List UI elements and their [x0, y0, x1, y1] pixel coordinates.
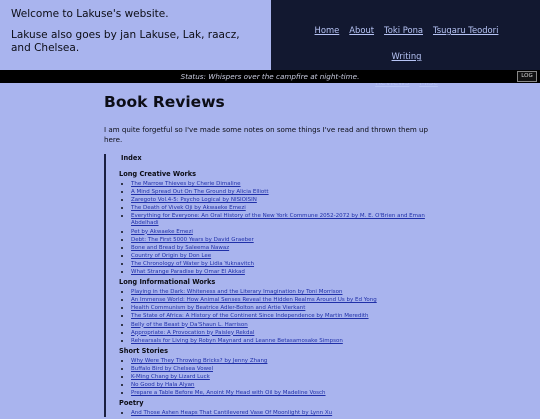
- list-item: The Marrow Thieves by Cherie Dimaline: [131, 180, 444, 188]
- review-link[interactable]: An Immense World: How Animal Senses Reve…: [131, 297, 377, 303]
- log-button[interactable]: LOG: [517, 71, 537, 82]
- section-title-short-stories: Short Stories: [119, 346, 169, 355]
- list-item: An Immense World: How Animal Senses Reve…: [131, 296, 444, 304]
- review-link[interactable]: The State of Africa: A History of the Co…: [131, 313, 369, 319]
- list-item: Zaregoto Vol.4-5: Psycho Logical by NISI…: [131, 196, 444, 204]
- review-link[interactable]: What Strange Paradise by Omar El Akkad: [131, 269, 245, 275]
- review-link[interactable]: Debt: The First 5000 Years by David Grae…: [131, 237, 254, 243]
- review-link[interactable]: Bone and Bread by Saleema Nawaz: [131, 245, 229, 251]
- list-item: The State of Africa: A History of the Co…: [131, 312, 444, 320]
- review-link[interactable]: The Marrow Thieves by Cherie Dimaline: [131, 181, 241, 187]
- list-poetry: And Those Ashen Heaps That Cantilevered …: [118, 409, 444, 417]
- section-title-poetry: Poetry: [119, 399, 144, 408]
- list-item: Health Communism by Beatrice Adler-Bolto…: [131, 304, 444, 312]
- nav-link-writing[interactable]: Writing: [392, 51, 422, 62]
- status-bar: Status: Whispers over the campfire at ni…: [0, 70, 540, 83]
- list-item: The Death of Vivek Oji by Akwaeke Emezi: [131, 204, 444, 212]
- nav-link-about[interactable]: About: [349, 25, 374, 36]
- list-long-informational: Playing in the Dark: Whiteness and the L…: [118, 288, 444, 345]
- nav-link-home[interactable]: Home: [315, 25, 340, 36]
- list-item: Bone and Bread by Saleema Nawaz: [131, 244, 444, 252]
- review-link[interactable]: Belly of the Beast by Da'Shaun L. Harris…: [131, 322, 248, 328]
- aliases-text: Lakuse also goes by jan Lakuse, Lak, raa…: [11, 29, 240, 54]
- section-title-long-creative: Long Creative Works: [119, 170, 197, 178]
- list-item: K-Ming Chang by Lizard Luck: [131, 373, 444, 381]
- list-item: And Those Ashen Heaps That Cantilevered …: [131, 409, 444, 417]
- welcome-panel: Welcome to Lakuse's website. Lakuse also…: [0, 0, 271, 70]
- nav-link-tsugaru-teodori[interactable]: Tsugaru Teodori: [433, 25, 498, 36]
- section-title-long-informational: Long Informational Works: [119, 278, 216, 287]
- list-item: Prepare a Table Before Me, Anoint My Hea…: [131, 389, 444, 397]
- review-link[interactable]: Why Were They Throwing Bricks? by Jenny …: [131, 358, 267, 364]
- review-link[interactable]: Playing in the Dark: Whiteness and the L…: [131, 289, 343, 295]
- review-link[interactable]: A Mind Spread Out On The Ground by Alici…: [131, 189, 269, 195]
- status-text: Status: Whispers over the campfire at ni…: [180, 72, 360, 81]
- site-header: Welcome to Lakuse's website. Lakuse also…: [0, 0, 540, 87]
- review-link[interactable]: Buffalo Bird by Chelsea Vowel: [131, 366, 213, 372]
- list-item: Playing in the Dark: Whiteness and the L…: [131, 288, 444, 296]
- review-link[interactable]: Prepare a Table Before Me, Anoint My Hea…: [131, 390, 326, 396]
- review-link[interactable]: Pet by Akwaeke Emezi: [131, 229, 193, 235]
- list-item: Buffalo Bird by Chelsea Vowel: [131, 365, 444, 373]
- list-item: Debt: The First 5000 Years by David Grae…: [131, 236, 444, 244]
- intro-text: I am quite forgetful so I've made some n…: [104, 125, 429, 144]
- review-link[interactable]: Zaregoto Vol.4-5: Psycho Logical by NISI…: [131, 197, 257, 203]
- review-link[interactable]: Everything for Everyone: An Oral History…: [131, 213, 425, 226]
- review-link[interactable]: The Chronology of Water by Lidia Yuknavi…: [131, 261, 254, 267]
- review-link[interactable]: Rehearsals for Living by Robyn Maynard a…: [131, 338, 343, 344]
- list-item: Rehearsals for Living by Robyn Maynard a…: [131, 337, 444, 345]
- welcome-text: Welcome to Lakuse's website.: [11, 8, 169, 20]
- review-link[interactable]: And Those Ashen Heaps That Cantilevered …: [131, 410, 332, 416]
- list-item: Belly of the Beast by Da'Shaun L. Harris…: [131, 321, 444, 329]
- review-link[interactable]: No Good by Hala Alyan: [131, 382, 195, 388]
- list-item: Appropriate: A Provocation by Paisley Re…: [131, 329, 444, 337]
- list-item: Everything for Everyone: An Oral History…: [131, 212, 444, 227]
- index-title: Index: [121, 154, 142, 162]
- list-long-creative: The Marrow Thieves by Cherie Dimaline A …: [118, 180, 444, 276]
- reviews-index: Index Long Creative Works The Marrow Thi…: [104, 154, 444, 418]
- page-title: Book Reviews: [104, 93, 225, 111]
- main-content: Book Reviews I am quite forgetful so I'v…: [104, 92, 444, 419]
- nav-link-toki-pona[interactable]: Toki Pona: [384, 25, 423, 36]
- list-item: The Chronology of Water by Lidia Yuknavi…: [131, 260, 444, 268]
- main-nav: Home About Toki Pona Tsugaru Teodori Writing…: [271, 0, 540, 87]
- list-item: Pet by Akwaeke Emezi: [131, 228, 444, 236]
- list-item: No Good by Hala Alyan: [131, 381, 444, 389]
- list-item: Why Were They Throwing Bricks? by Jenny …: [131, 357, 444, 365]
- list-item: What Strange Paradise by Omar El Akkad: [131, 268, 444, 276]
- list-item: A Mind Spread Out On The Ground by Alici…: [131, 188, 444, 196]
- review-link[interactable]: The Death of Vivek Oji by Akwaeke Emezi: [131, 205, 246, 211]
- list-short-stories: Why Were They Throwing Bricks? by Jenny …: [118, 357, 444, 397]
- list-item: Country of Origin by Don Lee: [131, 252, 444, 260]
- review-link[interactable]: Appropriate: A Provocation by Paisley Re…: [131, 330, 254, 336]
- review-link[interactable]: Health Communism by Beatrice Adler-Bolto…: [131, 305, 305, 311]
- review-link[interactable]: Country of Origin by Don Lee: [131, 253, 211, 259]
- review-link[interactable]: K-Ming Chang by Lizard Luck: [131, 374, 210, 380]
